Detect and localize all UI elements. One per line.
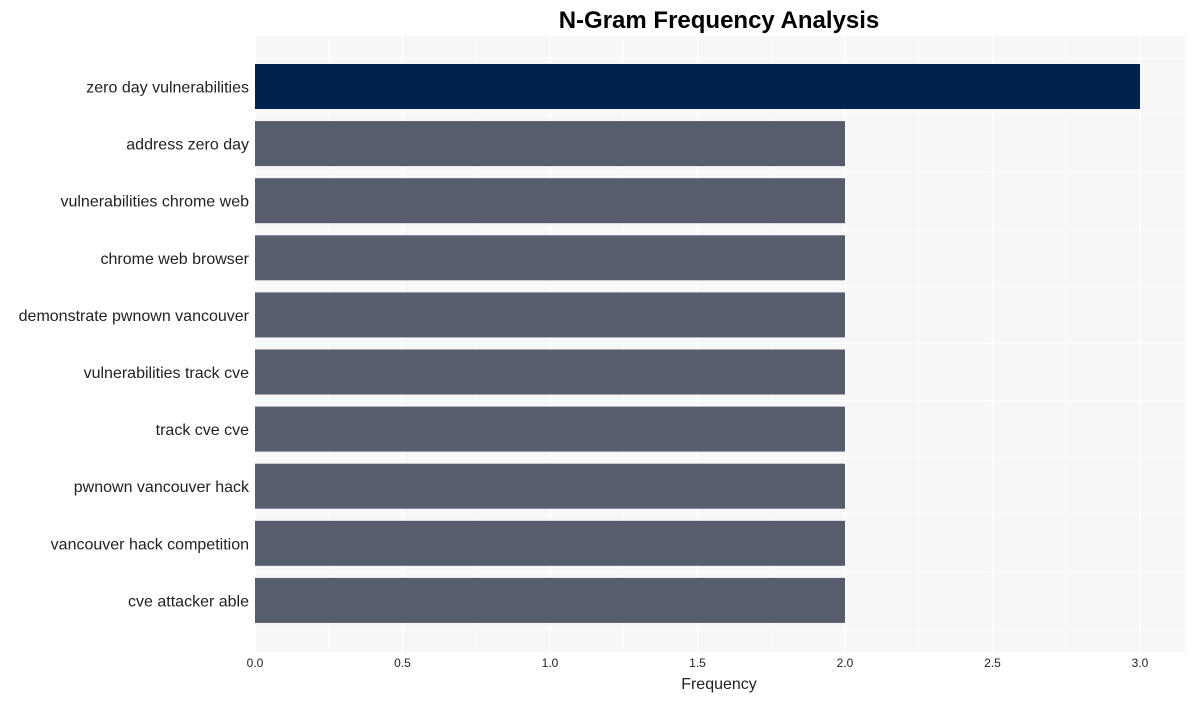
bar xyxy=(255,64,1140,109)
y-tick-label: vancouver hack competition xyxy=(51,536,249,553)
x-tick-label: 0.0 xyxy=(247,656,264,670)
y-tick-label: vulnerabilities track cve xyxy=(84,365,250,382)
chart-title: N-Gram Frequency Analysis xyxy=(559,7,880,34)
y-tick-label: address zero day xyxy=(126,137,249,154)
x-tick-label: 1.5 xyxy=(689,656,706,670)
x-tick-label: 2.5 xyxy=(984,656,1001,670)
bar xyxy=(255,178,845,224)
y-tick-label: cve attacker able xyxy=(128,593,249,610)
bar xyxy=(255,520,845,566)
x-tick-label: 0.5 xyxy=(394,656,411,670)
x-tick-label: 2.0 xyxy=(837,656,854,670)
bar xyxy=(255,235,845,281)
bar xyxy=(255,349,845,395)
x-axis-ticks: 0.0 0.5 1.0 1.5 2.0 2.5 3.0 xyxy=(247,656,1149,670)
x-tick-label: 1.0 xyxy=(542,656,559,670)
x-axis-label: Frequency xyxy=(681,676,757,693)
y-tick-label: track cve cve xyxy=(156,422,249,439)
y-tick-label: pwnown vancouver hack xyxy=(74,479,250,496)
bar xyxy=(255,292,845,338)
ngram-bar-chart: zero day vulnerabilities address zero day… xyxy=(19,7,1185,693)
y-tick-label: chrome web browser xyxy=(101,251,250,268)
y-tick-label: vulnerabilities chrome web xyxy=(60,194,249,211)
bar xyxy=(255,577,845,623)
bar xyxy=(255,463,845,509)
x-tick-label: 3.0 xyxy=(1132,656,1149,670)
bar xyxy=(255,406,845,452)
bar xyxy=(255,121,845,167)
y-tick-label: zero day vulnerabilities xyxy=(86,80,249,97)
y-axis-labels: zero day vulnerabilities address zero day… xyxy=(19,80,250,611)
y-tick-label: demonstrate pwnown vancouver xyxy=(19,308,250,325)
